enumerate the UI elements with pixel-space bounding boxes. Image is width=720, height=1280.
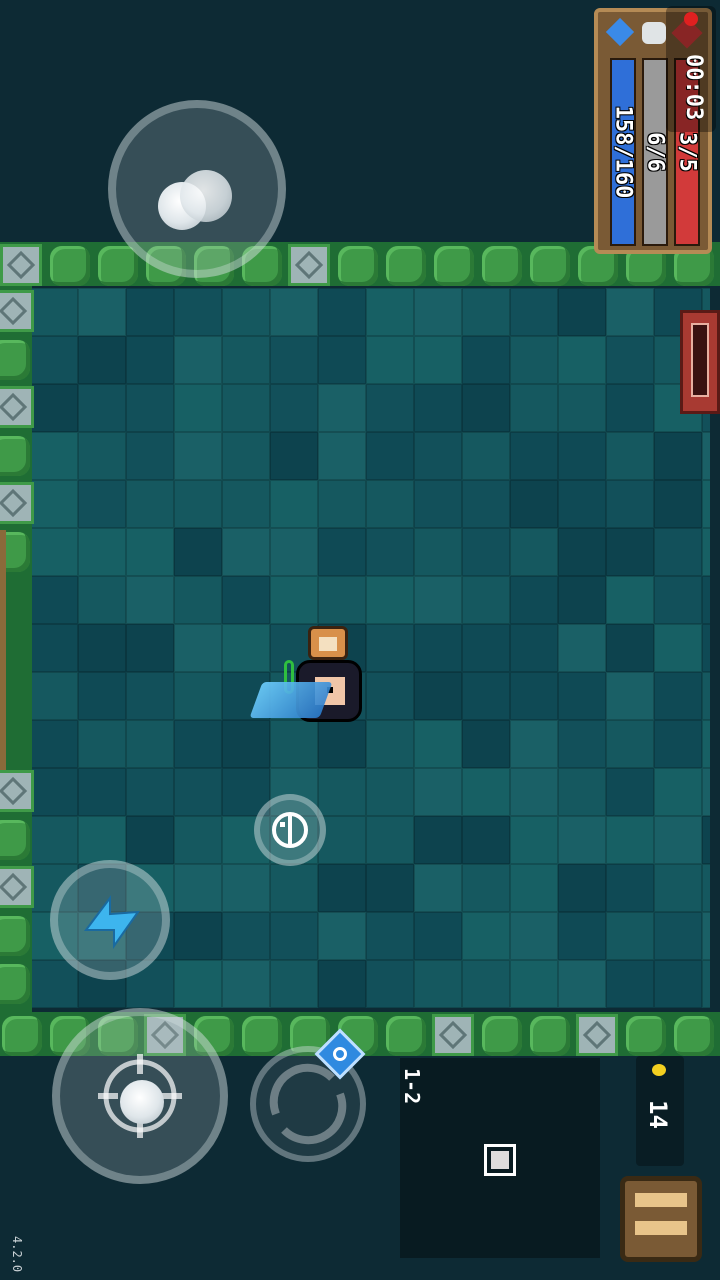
minimap: 1-2 [400, 1058, 600, 1258]
bush [530, 1016, 570, 1056]
stone-block [0, 386, 34, 428]
bush [0, 916, 30, 956]
pause-button[interactable] [620, 1176, 702, 1262]
health-value: 3/5 [674, 132, 700, 172]
stone-block [0, 290, 34, 332]
room-icon [484, 1144, 516, 1176]
bush [0, 340, 30, 380]
bush [0, 436, 30, 476]
energy-bar: 158/160 [610, 58, 636, 246]
bush [530, 246, 570, 286]
stone-block [0, 482, 34, 524]
bush [338, 246, 378, 286]
coin-icon [652, 1064, 666, 1076]
armor-value: 6/6 [642, 132, 668, 172]
pause-icon [635, 1193, 687, 1207]
bush [386, 246, 426, 286]
shield-icon [642, 22, 666, 44]
pause-icon-bar [635, 1221, 687, 1235]
stone-block [0, 244, 42, 286]
bush [674, 1016, 714, 1056]
armor-bar: 6/6 [642, 58, 668, 246]
pet-dog [308, 626, 348, 660]
coin-counter: 14 [636, 1056, 684, 1166]
timer-text: 00:03 [681, 54, 706, 121]
level-indicator: 1-2 [400, 1068, 424, 1105]
stone-block [432, 1014, 474, 1056]
stone-block [0, 770, 34, 812]
move-joystick-knob[interactable] [120, 1080, 164, 1124]
emote-button[interactable] [254, 794, 326, 866]
bush [626, 1016, 666, 1056]
bush [98, 246, 138, 286]
recording-timer: 00:03 [666, 6, 716, 132]
bush [434, 246, 474, 286]
bush [482, 246, 522, 286]
left-door [0, 530, 6, 770]
bush [482, 1016, 522, 1056]
bush [0, 964, 30, 1004]
red-chest[interactable] [680, 310, 720, 414]
coin-count: 14 [644, 1100, 672, 1129]
bush [2, 1016, 42, 1056]
smile-icon [272, 812, 308, 848]
lightning-icon [84, 895, 141, 950]
player-character [249, 620, 376, 750]
stone-block [0, 866, 34, 908]
bush [0, 820, 30, 860]
bush [50, 246, 90, 286]
aim-joystick-knob-shadow [180, 170, 232, 222]
diamond-icon [605, 17, 635, 47]
bush [242, 1016, 282, 1056]
stone-block [288, 244, 330, 286]
record-icon [684, 12, 698, 26]
bush [386, 1016, 426, 1056]
energy-value: 158/160 [610, 105, 636, 199]
skill-button[interactable] [50, 860, 170, 980]
ice-wings [249, 682, 333, 718]
stone-block [576, 1014, 618, 1056]
version-label: 4.2.0 [10, 1236, 24, 1273]
